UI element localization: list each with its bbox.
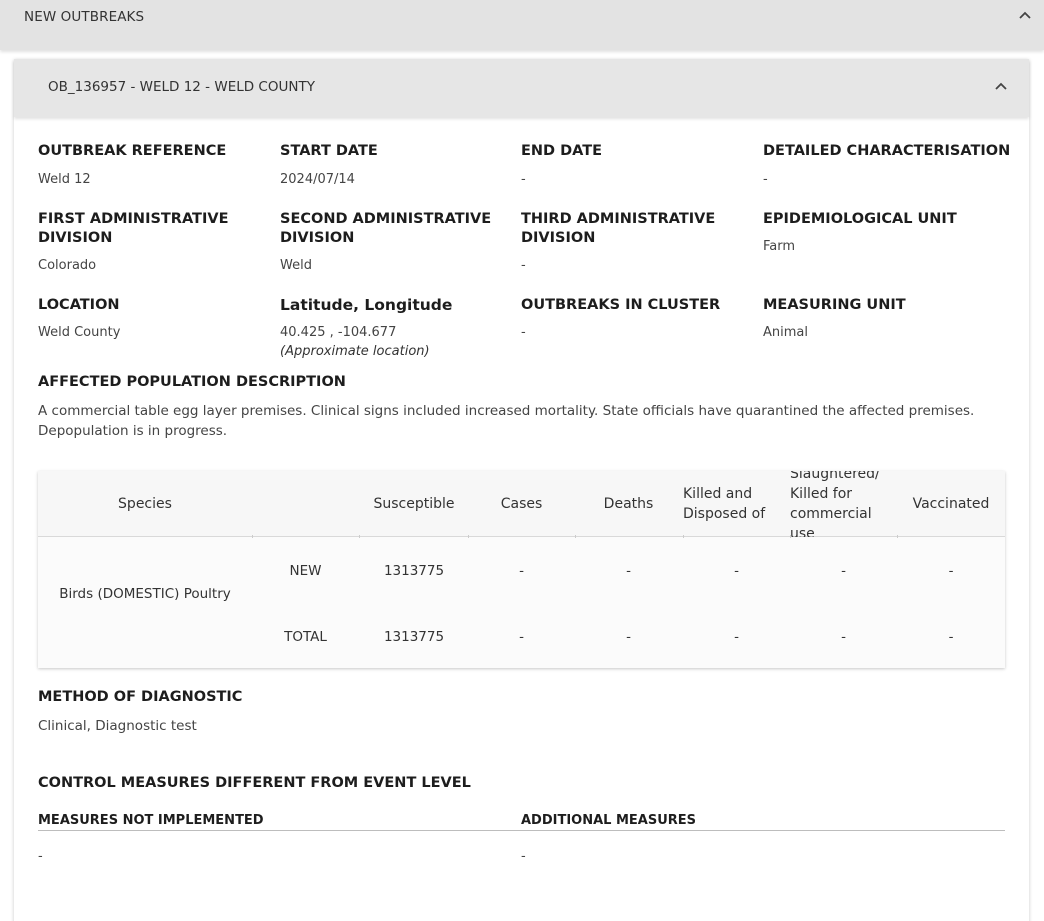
column-divider xyxy=(575,535,576,538)
location-label: LOCATION xyxy=(38,297,120,313)
second-admin-division-value: Weld xyxy=(280,258,312,273)
species-table: Species Susceptible Cases Deaths Killed … xyxy=(38,471,1005,668)
susceptible-value: 1313775 xyxy=(383,629,445,645)
control-measures-label: CONTROL MEASURES DIFFERENT FROM EVENT LE… xyxy=(38,775,471,791)
header-slaughtered: Slaughtered/ Killed for commercial use xyxy=(790,471,894,537)
header-slaughtered-text: Slaughtered/ Killed for commercial use xyxy=(790,471,880,537)
end-date-value: - xyxy=(521,172,526,187)
chevron-up-icon[interactable] xyxy=(1018,8,1032,22)
column-divider xyxy=(683,535,684,538)
cases-value: - xyxy=(519,629,524,645)
lat-long-label: Latitude, Longitude xyxy=(280,296,453,314)
lat-long-value: 40.425 , -104.677 xyxy=(280,325,397,340)
header-killed-disposed: Killed and Disposed of xyxy=(683,486,766,522)
affected-population-label: AFFECTED POPULATION DESCRIPTION xyxy=(38,374,346,390)
measures-divider xyxy=(38,830,1005,831)
additional-measures-value: - xyxy=(521,849,526,864)
new-outbreaks-title: NEW OUTBREAKS xyxy=(24,9,145,25)
outbreak-panel-header[interactable]: OB_136957 - WELD 12 - WELD COUNTY xyxy=(14,59,1029,117)
outbreaks-in-cluster-value: - xyxy=(521,325,526,340)
column-divider xyxy=(897,535,898,538)
column-divider xyxy=(468,535,469,538)
detailed-characterisation-value: - xyxy=(763,172,768,187)
table-header-row: Species Susceptible Cases Deaths Killed … xyxy=(38,471,1005,537)
header-deaths: Deaths xyxy=(603,496,654,512)
chevron-up-icon[interactable] xyxy=(994,79,1008,93)
second-admin-division-label: SECOND ADMINISTRATIVE DIVISION xyxy=(280,211,492,246)
measures-not-implemented-label: MEASURES NOT IMPLEMENTED xyxy=(38,813,264,828)
epidemiological-unit-label: EPIDEMIOLOGICAL UNIT xyxy=(763,211,957,227)
third-admin-division-label: THIRD ADMINISTRATIVE DIVISION xyxy=(521,211,716,246)
method-of-diagnostic-value: Clinical, Diagnostic test xyxy=(38,718,197,734)
header-species: Species xyxy=(118,496,172,512)
additional-measures-label: ADDITIONAL MEASURES xyxy=(521,813,697,828)
approximate-location-note: (Approximate location) xyxy=(280,344,430,359)
new-outbreaks-panel-header[interactable]: NEW OUTBREAKS xyxy=(0,0,1044,50)
measures-not-implemented-value: - xyxy=(38,849,43,864)
header-susceptible: Susceptible xyxy=(373,496,455,512)
outbreaks-in-cluster-label: OUTBREAKS IN CLUSTER xyxy=(521,297,721,313)
third-admin-division-value: - xyxy=(521,258,526,273)
end-date-label: END DATE xyxy=(521,143,603,159)
column-divider xyxy=(252,535,253,538)
affected-population-text: A commercial table egg layer premises. C… xyxy=(38,403,975,439)
first-admin-division-label: FIRST ADMINISTRATIVE DIVISION xyxy=(38,211,229,246)
measuring-unit-value: Animal xyxy=(763,325,808,340)
column-divider xyxy=(790,535,791,538)
species-name: Birds (DOMESTIC) Poultry xyxy=(59,586,231,602)
outbreak-reference-value: Weld 12 xyxy=(38,172,91,187)
detailed-characterisation-label: DETAILED CHARACTERISATION xyxy=(763,143,1011,159)
header-cases: Cases xyxy=(500,496,543,512)
outbreak-reference-label: OUTBREAK REFERENCE xyxy=(38,143,227,159)
measuring-unit-label: MEASURING UNIT xyxy=(763,297,906,313)
header-vaccinated: Vaccinated xyxy=(912,496,990,512)
slaughtered-value: - xyxy=(841,629,846,645)
location-value: Weld County xyxy=(38,325,121,340)
vaccinated-value: - xyxy=(948,629,954,645)
start-date-label: START DATE xyxy=(280,143,378,159)
start-date-value: 2024/07/14 xyxy=(280,172,355,187)
column-divider xyxy=(359,535,360,538)
deaths-value: - xyxy=(626,563,631,579)
deaths-value: - xyxy=(626,629,631,645)
method-of-diagnostic-label: METHOD OF DIAGNOSTIC xyxy=(38,689,243,705)
cases-value: - xyxy=(519,563,524,579)
row-type: TOTAL xyxy=(284,629,327,645)
killed-value: - xyxy=(734,563,739,579)
first-admin-division-value: Colorado xyxy=(38,258,97,273)
slaughtered-value: - xyxy=(841,563,846,579)
susceptible-value: 1313775 xyxy=(383,563,445,579)
row-type: NEW xyxy=(289,563,322,579)
epidemiological-unit-value: Farm xyxy=(763,239,796,254)
vaccinated-value: - xyxy=(948,563,954,579)
killed-value: - xyxy=(734,629,739,645)
outbreak-title: OB_136957 - WELD 12 - WELD COUNTY xyxy=(48,79,315,95)
